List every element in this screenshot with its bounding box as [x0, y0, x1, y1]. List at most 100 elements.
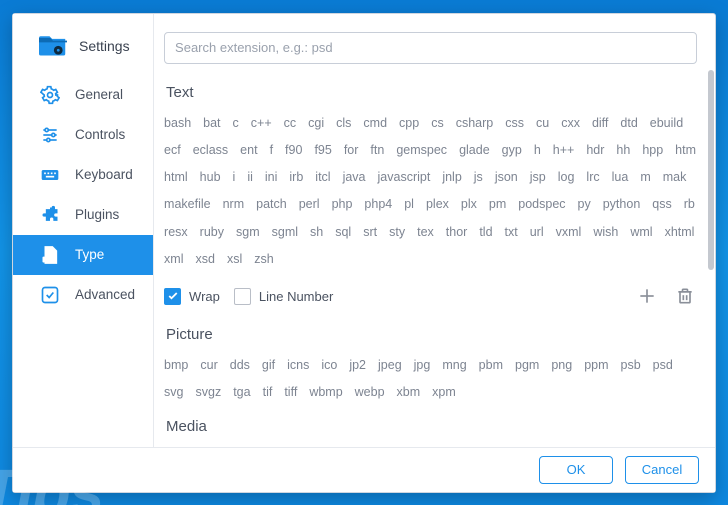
- extension-item[interactable]: jsp: [530, 167, 546, 188]
- extension-item[interactable]: for: [344, 140, 359, 161]
- extension-item[interactable]: hdr: [586, 140, 604, 161]
- add-button[interactable]: [635, 284, 659, 308]
- extension-item[interactable]: sgml: [272, 222, 298, 243]
- extension-item[interactable]: svg: [164, 382, 183, 403]
- extension-item[interactable]: py: [578, 194, 591, 215]
- extension-item[interactable]: xbm: [397, 382, 421, 403]
- extension-item[interactable]: h++: [553, 140, 575, 161]
- extension-item[interactable]: c: [233, 113, 239, 134]
- extension-item[interactable]: wbmp: [309, 382, 342, 403]
- extension-item[interactable]: pgm: [515, 355, 539, 376]
- extension-item[interactable]: tiff: [284, 382, 297, 403]
- extension-item[interactable]: gemspec: [396, 140, 447, 161]
- extension-item[interactable]: vxml: [556, 222, 582, 243]
- extension-item[interactable]: sh: [310, 222, 323, 243]
- extension-item[interactable]: html: [164, 167, 188, 188]
- extension-item[interactable]: css: [505, 113, 524, 134]
- extension-item[interactable]: ppm: [584, 355, 608, 376]
- extension-item[interactable]: irb: [289, 167, 303, 188]
- sidebar-item-controls[interactable]: Controls: [13, 115, 153, 155]
- extension-item[interactable]: xhtml: [665, 222, 695, 243]
- extension-item[interactable]: png: [551, 355, 572, 376]
- extension-item[interactable]: xsd: [196, 249, 215, 270]
- extension-item[interactable]: icns: [287, 355, 309, 376]
- extension-item[interactable]: tld: [479, 222, 492, 243]
- extension-item[interactable]: cur: [200, 355, 217, 376]
- extension-item[interactable]: h: [534, 140, 541, 161]
- extension-item[interactable]: xml: [164, 249, 183, 270]
- extension-item[interactable]: lrc: [586, 167, 599, 188]
- extension-item[interactable]: pm: [489, 194, 506, 215]
- extension-item[interactable]: podspec: [518, 194, 565, 215]
- extension-item[interactable]: psd: [653, 355, 673, 376]
- extension-item[interactable]: itcl: [315, 167, 330, 188]
- extension-item[interactable]: psb: [621, 355, 641, 376]
- extension-item[interactable]: mng: [442, 355, 466, 376]
- extension-item[interactable]: sgm: [236, 222, 260, 243]
- extension-item[interactable]: rb: [684, 194, 695, 215]
- extension-item[interactable]: dds: [230, 355, 250, 376]
- extension-item[interactable]: svgz: [196, 382, 222, 403]
- extension-item[interactable]: pbm: [479, 355, 503, 376]
- extension-item[interactable]: hpp: [642, 140, 663, 161]
- sidebar-item-type[interactable]: Type: [13, 235, 153, 275]
- line-number-checkbox[interactable]: Line Number: [234, 288, 333, 305]
- extension-item[interactable]: plx: [461, 194, 477, 215]
- extension-item[interactable]: f90: [285, 140, 302, 161]
- extension-item[interactable]: htm: [675, 140, 696, 161]
- extension-item[interactable]: cu: [536, 113, 549, 134]
- extension-item[interactable]: bmp: [164, 355, 188, 376]
- extension-item[interactable]: c++: [251, 113, 272, 134]
- extension-item[interactable]: wml: [630, 222, 652, 243]
- extension-item[interactable]: java: [343, 167, 366, 188]
- extension-item[interactable]: jp2: [349, 355, 366, 376]
- extension-item[interactable]: nrm: [223, 194, 245, 215]
- extension-item[interactable]: tga: [233, 382, 250, 403]
- extension-item[interactable]: plex: [426, 194, 449, 215]
- extension-item[interactable]: cc: [284, 113, 297, 134]
- extension-item[interactable]: ecf: [164, 140, 181, 161]
- sidebar-item-general[interactable]: General: [13, 75, 153, 115]
- extension-item[interactable]: cgi: [308, 113, 324, 134]
- extension-item[interactable]: url: [530, 222, 544, 243]
- extension-item[interactable]: php: [332, 194, 353, 215]
- extension-item[interactable]: ebuild: [650, 113, 683, 134]
- extension-item[interactable]: i: [233, 167, 236, 188]
- extension-item[interactable]: lua: [612, 167, 629, 188]
- extension-item[interactable]: cs: [431, 113, 444, 134]
- extension-item[interactable]: resx: [164, 222, 188, 243]
- extension-item[interactable]: xpm: [432, 382, 456, 403]
- extension-item[interactable]: eclass: [193, 140, 228, 161]
- extension-item[interactable]: python: [603, 194, 641, 215]
- extension-item[interactable]: pl: [404, 194, 414, 215]
- extension-item[interactable]: tex: [417, 222, 434, 243]
- extension-item[interactable]: json: [495, 167, 518, 188]
- extension-item[interactable]: cpp: [399, 113, 419, 134]
- extension-item[interactable]: txt: [505, 222, 518, 243]
- extension-item[interactable]: f95: [314, 140, 331, 161]
- extension-item[interactable]: tif: [263, 382, 273, 403]
- cancel-button[interactable]: Cancel: [625, 456, 699, 484]
- extension-item[interactable]: hub: [200, 167, 221, 188]
- extension-item[interactable]: thor: [446, 222, 468, 243]
- extension-item[interactable]: f: [270, 140, 273, 161]
- extension-item[interactable]: log: [558, 167, 575, 188]
- extension-item[interactable]: cxx: [561, 113, 580, 134]
- sidebar-item-advanced[interactable]: Advanced: [13, 275, 153, 315]
- extension-item[interactable]: sql: [335, 222, 351, 243]
- extension-item[interactable]: js: [474, 167, 483, 188]
- extension-item[interactable]: bash: [164, 113, 191, 134]
- extension-item[interactable]: php4: [364, 194, 392, 215]
- extension-item[interactable]: jpeg: [378, 355, 402, 376]
- wrap-checkbox[interactable]: Wrap: [164, 288, 220, 305]
- extension-item[interactable]: cmd: [363, 113, 387, 134]
- extension-item[interactable]: mak: [663, 167, 687, 188]
- extension-item[interactable]: hh: [616, 140, 630, 161]
- extension-item[interactable]: bat: [203, 113, 220, 134]
- extension-item[interactable]: jnlp: [442, 167, 461, 188]
- extension-item[interactable]: srt: [363, 222, 377, 243]
- extension-item[interactable]: ii: [247, 167, 253, 188]
- search-input[interactable]: [164, 32, 697, 64]
- extension-item[interactable]: perl: [299, 194, 320, 215]
- extension-item[interactable]: jpg: [414, 355, 431, 376]
